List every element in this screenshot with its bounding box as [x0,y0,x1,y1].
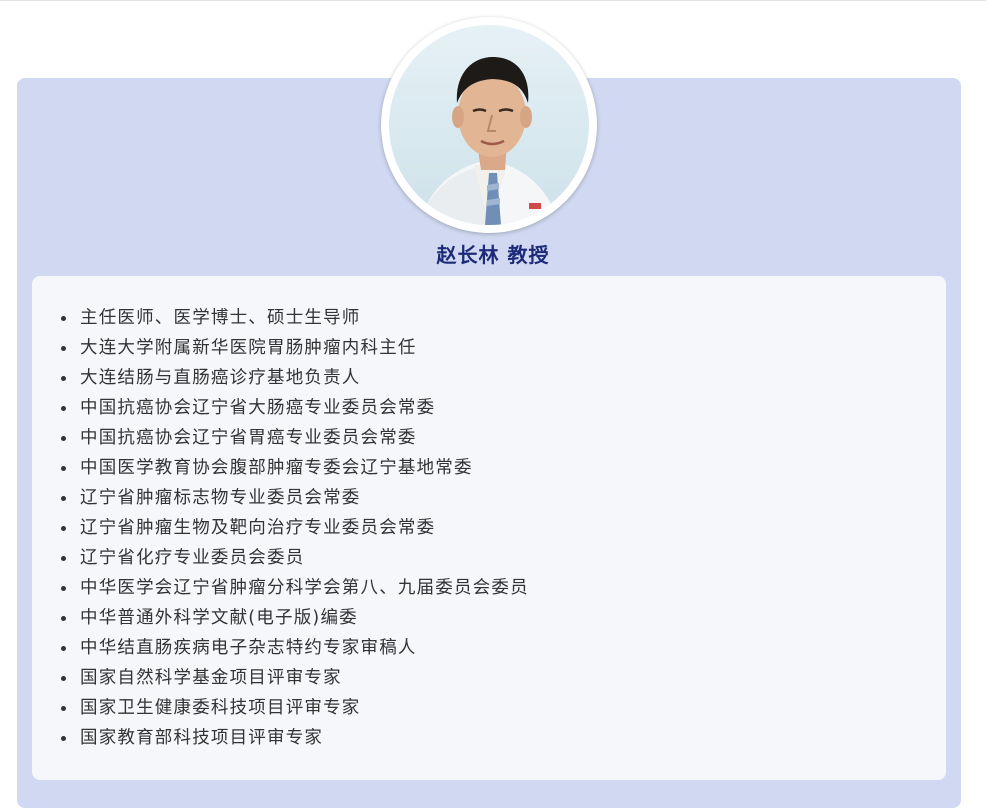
bio-list-item: 中国抗癌协会辽宁省大肠癌专业委员会常委 [61,393,529,423]
bio-item-text: 辽宁省化疗专业委员会委员 [80,548,305,568]
bio-list-item: 中国医学教育协会腹部肿瘤专委会辽宁基地常委 [61,453,529,483]
bio-list-item: 中国抗癌协会辽宁省胃癌专业委员会常委 [61,423,529,453]
bio-list-item: 国家卫生健康委科技项目评审专家 [61,693,529,723]
bio-item-text: 主任医师、医学博士、硕士生导师 [80,308,361,328]
bio-item-text: 辽宁省肿瘤生物及靶向治疗专业委员会常委 [80,518,436,538]
doctor-portrait-image [419,57,559,225]
bio-list-item: 大连结肠与直肠癌诊疗基地负责人 [61,363,529,393]
bio-item-text: 国家卫生健康委科技项目评审专家 [80,698,361,718]
bullet-icon [61,616,66,621]
bio-item-text: 大连结肠与直肠癌诊疗基地负责人 [80,368,361,388]
bullet-icon [61,466,66,471]
bio-list-item: 大连大学附属新华医院胃肠肿瘤内科主任 [61,333,529,363]
bullet-icon [61,436,66,441]
avatar-frame [381,17,597,233]
bio-item-text: 中华结直肠疾病电子杂志特约专家审稿人 [80,638,417,658]
bullet-icon [61,316,66,321]
bio-item-text: 辽宁省肿瘤标志物专业委员会常委 [80,488,361,508]
bio-list-item: 辽宁省肿瘤标志物专业委员会常委 [61,483,529,513]
bullet-icon [61,556,66,561]
bio-item-text: 中华普通外科学文献(电子版)编委 [80,608,358,628]
bio-list-item: 主任医师、医学博士、硕士生导师 [61,303,529,333]
bio-list-item: 中华医学会辽宁省肿瘤分科学会第八、九届委员会委员 [61,573,529,603]
bullet-icon [61,526,66,531]
bio-item-text: 中国抗癌协会辽宁省大肠癌专业委员会常委 [80,398,436,418]
bullet-icon [61,406,66,411]
avatar [389,25,589,225]
bio-item-text: 国家自然科学基金项目评审专家 [80,668,342,688]
bio-list-item: 中华普通外科学文献(电子版)编委 [61,603,529,633]
bullet-icon [61,646,66,651]
bullet-icon [61,706,66,711]
bullet-icon [61,736,66,741]
bio-list-item: 国家自然科学基金项目评审专家 [61,663,529,693]
bullet-icon [61,346,66,351]
bio-list-item: 国家教育部科技项目评审专家 [61,723,529,753]
bullet-icon [61,676,66,681]
bio-list-item: 中华结直肠疾病电子杂志特约专家审稿人 [61,633,529,663]
top-divider [0,0,986,1]
bio-item-text: 大连大学附属新华医院胃肠肿瘤内科主任 [80,338,417,358]
bio-list-item: 辽宁省肿瘤生物及靶向治疗专业委员会常委 [61,513,529,543]
bio-item-text: 中国医学教育协会腹部肿瘤专委会辽宁基地常委 [80,458,473,478]
bio-panel: 主任医师、医学博士、硕士生导师 大连大学附属新华医院胃肠肿瘤内科主任 大连结肠与… [32,276,946,780]
bio-item-text: 中国抗癌协会辽宁省胃癌专业委员会常委 [80,428,417,448]
bullet-icon [61,376,66,381]
doctor-name-title: 赵长林 教授 [436,243,550,267]
bio-item-text: 国家教育部科技项目评审专家 [80,728,324,748]
bio-list: 主任医师、医学博士、硕士生导师 大连大学附属新华医院胃肠肿瘤内科主任 大连结肠与… [61,303,529,753]
bullet-icon [61,586,66,591]
bio-item-text: 中华医学会辽宁省肿瘤分科学会第八、九届委员会委员 [80,578,529,598]
bullet-icon [61,496,66,501]
bio-list-item: 辽宁省化疗专业委员会委员 [61,543,529,573]
